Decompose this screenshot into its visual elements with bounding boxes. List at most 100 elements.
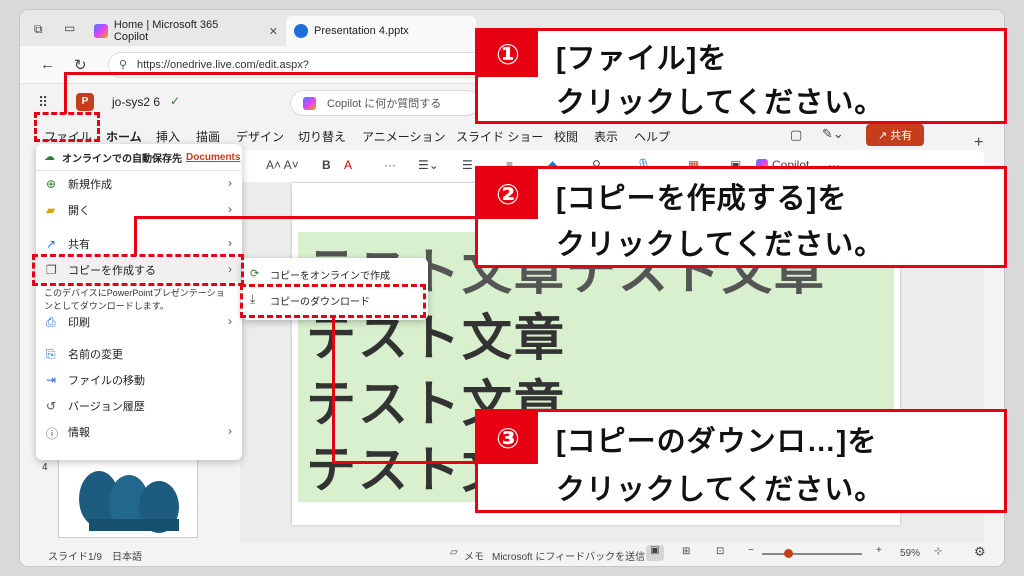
tab-animations[interactable]: アニメーション [362, 128, 446, 145]
menu-item-label: バージョン履歴 [68, 401, 145, 413]
font-grow-icon[interactable]: A˄ A˅ [266, 158, 299, 172]
copilot-icon [303, 97, 316, 110]
chevron-right-icon: › [228, 202, 232, 216]
menu-item-version-history[interactable]: ↺ バージョン履歴 [36, 394, 242, 418]
connector-3-vertical [332, 318, 335, 464]
menu-item-label: 共有 [68, 239, 90, 251]
history-icon: ↺ [46, 399, 57, 413]
site-info-icon[interactable]: ⚲ [119, 58, 127, 71]
tab-help[interactable]: ヘルプ [634, 128, 670, 145]
more-icon[interactable]: ··· [384, 158, 396, 172]
highlight-make-copy [32, 254, 244, 286]
copilot-icon [94, 24, 108, 38]
slide-counter: スライド1/9 [48, 552, 102, 563]
normal-view-icon[interactable]: ▣ [646, 545, 664, 561]
notes-label[interactable]: メモ [464, 548, 484, 563]
tab-copilot-home[interactable]: Home | Microsoft 365 Copilot ✕ [86, 16, 286, 46]
callout-line-1: [ファイル]を [556, 43, 728, 75]
zoom-slider[interactable] [762, 553, 862, 555]
tab-label: Presentation 4.pptx [314, 25, 409, 37]
print-icon: ⎙ [46, 315, 56, 329]
file-menu: ☁ オンラインでの自動保存先 Documents ⊕ 新規作成 › ▰ 開く ›… [36, 144, 242, 460]
search-placeholder: Copilot に何か質問する [327, 98, 442, 110]
new-tab-plus-icon[interactable]: + [974, 134, 983, 152]
menu-item-rename[interactable]: ⎘ 名前の変更 [36, 342, 242, 366]
tab-design[interactable]: デザイン [236, 128, 284, 145]
app-launcher-icon[interactable]: ⠿ [38, 94, 48, 111]
close-icon[interactable]: ✕ [269, 25, 278, 38]
tab-draw[interactable]: 描画 [196, 128, 220, 145]
copilot-search-box[interactable]: Copilot に何か質問する [290, 90, 480, 116]
settings-icon[interactable]: ⚙ [974, 544, 986, 560]
back-arrow-icon[interactable]: ← [40, 56, 55, 73]
fit-slide-icon[interactable]: ⊹ [934, 546, 942, 557]
step-number: ③ [478, 412, 538, 464]
tab-presentation[interactable]: Presentation 4.pptx [286, 16, 476, 46]
callout-line-1: [コピーを作成する]を [556, 183, 848, 215]
chevron-right-icon: › [228, 236, 232, 250]
step-number: ② [478, 169, 538, 219]
menu-item-info[interactable]: ⓘ 情報 › [36, 420, 242, 444]
feedback-link[interactable]: Microsoft にフィードバックを送信 [492, 548, 645, 563]
move-icon: ⇥ [46, 373, 57, 387]
highlight-file-tab [34, 112, 100, 142]
tab-slideshow[interactable]: スライド ショー [456, 128, 543, 145]
menu-divider [36, 170, 242, 171]
tab-label: Home | Microsoft 365 Copilot [113, 19, 219, 43]
notes-icon[interactable]: ▱ [450, 547, 458, 558]
tab-view[interactable]: 表示 [594, 128, 618, 145]
info-icon: ⓘ [46, 427, 59, 441]
callout-line-1: [コピーのダウンロ…]を [556, 426, 878, 458]
connector-3-horizontal [332, 461, 478, 464]
cloud-check-icon: ☁ [44, 151, 55, 163]
zoom-out-icon[interactable]: − [748, 545, 754, 556]
share-icon: ↗ [877, 129, 888, 142]
autosave-location-link[interactable]: Documents [186, 152, 240, 163]
slide-thumbnail[interactable] [58, 458, 198, 538]
menu-item-share[interactable]: ↗ 共有 › [36, 232, 242, 256]
plus-circle-icon: ⊕ [46, 177, 57, 191]
menu-item-label: 情報 [68, 427, 90, 439]
edit-mode-icon[interactable]: ✎⌄ [822, 126, 844, 142]
powerpoint-icon: P [76, 93, 94, 111]
slideshow-view-icon[interactable]: ⊡ [716, 546, 724, 557]
menu-item-label: 開く [68, 205, 90, 217]
zoom-slider-thumb[interactable] [784, 549, 793, 558]
comment-icon[interactable]: ▢ [790, 127, 802, 143]
share-button[interactable]: ↗ 共有 [866, 124, 924, 146]
sorter-view-icon[interactable]: ⊞ [682, 546, 690, 557]
tab-insert[interactable]: 挿入 [156, 128, 180, 145]
cylinder-graphic [79, 471, 179, 533]
menu-item-print[interactable]: ⎙ 印刷 › [36, 310, 242, 334]
language[interactable]: 日本語 [112, 548, 142, 563]
menu-item-label: 名前の変更 [68, 349, 123, 361]
chevron-right-icon: › [228, 314, 232, 328]
connector-1-horizontal [64, 72, 478, 75]
bullets-icon[interactable]: ☰⌄ [418, 158, 439, 172]
tab-transitions[interactable]: 切り替え [298, 128, 346, 145]
step-number: ① [478, 31, 538, 77]
zoom-level[interactable]: 59% [900, 548, 920, 559]
bold-icon[interactable]: B [322, 158, 331, 172]
chevron-right-icon: › [228, 424, 232, 438]
font-color-icon[interactable]: A [344, 158, 352, 172]
status-bar: スライド1/9 日本語 ▱ メモ Microsoft にフィードバックを送信 ▣… [20, 542, 1004, 566]
menu-item-new[interactable]: ⊕ 新規作成 › [36, 172, 242, 196]
workspaces-icon[interactable]: ⧉ [34, 22, 43, 37]
tab-review[interactable]: 校閲 [554, 128, 578, 145]
menu-item-move[interactable]: ⇥ ファイルの移動 [36, 368, 242, 392]
thumbnail-number: 4 [42, 462, 48, 473]
connector-1-vertical [64, 72, 67, 114]
autosave-row: ☁ オンラインでの自動保存先 Documents [36, 146, 242, 168]
tab-actions-icon[interactable]: ▭ [64, 21, 75, 35]
submenu-item-copy-online[interactable]: ⟳ コピーをオンラインで作成 [242, 262, 428, 286]
document-title[interactable]: jo-sys2 6 [112, 95, 160, 109]
url-text: https://onedrive.live.com/edit.aspx? [137, 59, 309, 71]
zoom-in-icon[interactable]: + [876, 545, 882, 556]
folder-icon: ▰ [46, 203, 56, 217]
tab-home[interactable]: ホーム [106, 128, 142, 145]
share-icon: ↗ [46, 237, 57, 251]
highlight-download-copy [240, 284, 426, 318]
rename-icon: ⎘ [46, 347, 56, 361]
menu-item-label: 印刷 [68, 317, 90, 329]
